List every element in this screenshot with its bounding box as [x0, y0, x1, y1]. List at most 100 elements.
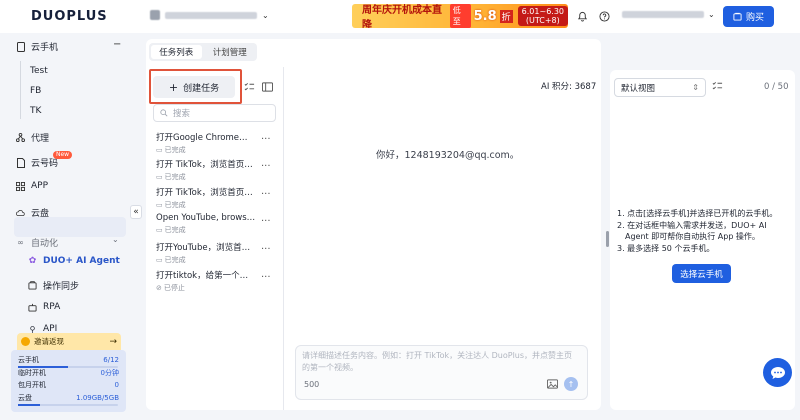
sidebar-group-fb[interactable]: FB: [30, 86, 41, 96]
task-status: ▭ 已完成: [156, 145, 276, 155]
quota-bar: [18, 404, 118, 406]
status-icon: ▭: [156, 173, 163, 181]
invite-label: 邀请返现: [34, 337, 64, 346]
sidebar-section-automation[interactable]: ∞ 自动化: [16, 236, 58, 249]
task-status-label: 已完成: [164, 256, 186, 264]
more-icon[interactable]: ···: [261, 134, 271, 145]
promo-dates: 6.01~6.30 (UTC+8): [517, 6, 568, 26]
send-button[interactable]: ↑: [564, 377, 578, 391]
quota-value: 0分钟: [100, 368, 119, 377]
task-status: ⊘ 已停止: [156, 283, 276, 293]
sidebar-item-rpa[interactable]: RPA: [28, 302, 60, 312]
sync-icon: [28, 281, 37, 290]
quota-row: 临时开机 0分钟: [18, 367, 119, 380]
tab-task-list[interactable]: 任务列表: [151, 45, 202, 59]
task-title: 打开tiktok，给第一个视频...: [156, 271, 256, 281]
char-limit: 500: [304, 380, 320, 389]
task-title: 打开 TikTok，浏览首页推...: [156, 160, 256, 170]
list-item[interactable]: 打开tiktok，给第一个视频... ⊘ 已停止 ···: [156, 269, 276, 293]
sidebar-group-test[interactable]: Test: [30, 66, 48, 76]
task-title: 打开YouTube，浏览首页...: [156, 243, 256, 253]
checklist-icon[interactable]: [712, 81, 724, 93]
sidebar-item-label: 自动化: [31, 239, 59, 249]
task-status: ▭ 已完成: [156, 200, 276, 210]
more-icon[interactable]: ···: [261, 272, 271, 283]
promo-timezone: (UTC+8): [525, 16, 560, 25]
account-name-redacted: [622, 11, 704, 18]
sidebar-item-ai-agent[interactable]: ✿ DUO+ AI Agent: [28, 256, 120, 266]
task-title: 打开Google Chrome，搜...: [156, 133, 256, 143]
task-status-label: 已完成: [164, 173, 186, 181]
list-item[interactable]: 打开 TikTok，浏览首页推... ▭ 已完成 ···: [156, 158, 276, 182]
input-placeholder: 请详细描述任务内容。例如：打开 TikTok，关注达人 DuoPlus，并点赞主…: [302, 351, 573, 372]
quota-bar-fill: [18, 366, 68, 368]
list-item[interactable]: 打开Google Chrome，搜... ▭ 已完成 ···: [156, 131, 276, 155]
task-status-label: 已停止: [163, 284, 185, 292]
sidebar-item-agent-bg: [14, 217, 126, 237]
promo-banner[interactable]: 周年庆开机成本直降 低至 5.8 折 6.01~6.30 (UTC+8): [352, 4, 568, 28]
quota-bar-fill: [18, 404, 40, 406]
bell-icon[interactable]: [576, 10, 588, 22]
sidebar-item-sync[interactable]: 操作同步: [28, 279, 79, 292]
cart-icon: [733, 12, 742, 21]
quota-row: 云手机 6/12: [18, 354, 119, 367]
image-upload-icon[interactable]: [547, 379, 558, 390]
task-status: ▭ 已完成: [156, 255, 276, 265]
list-item[interactable]: 打开 TikTok，浏览首页推... ▭ 已完成 ···: [156, 186, 276, 210]
quota-panel: 云手机 6/12 临时开机 0分钟 包月开机 0 云盘 1.09GB/5GB: [11, 350, 126, 412]
quota-label: 临时开机: [18, 368, 46, 377]
collapse-group-icon[interactable]: −: [113, 39, 121, 50]
task-search-input[interactable]: 搜索: [153, 104, 276, 122]
help-icon[interactable]: [598, 10, 610, 22]
resize-handle[interactable]: [606, 231, 609, 247]
more-icon[interactable]: ···: [261, 216, 271, 227]
account-menu[interactable]: ⌄: [622, 10, 715, 19]
view-select[interactable]: 默认视图 ⇕: [614, 78, 706, 97]
search-placeholder: 搜索: [173, 109, 191, 119]
sidebar-group-tk[interactable]: TK: [30, 106, 41, 116]
more-icon[interactable]: ···: [261, 244, 271, 255]
app-logo[interactable]: DUOPLUS: [31, 9, 108, 24]
selected-phone-count: 0 / 50: [764, 82, 789, 92]
status-icon: ⊘: [156, 284, 162, 292]
more-icon[interactable]: ···: [261, 161, 271, 172]
promo-unit: 折: [499, 9, 513, 23]
more-icon[interactable]: ···: [261, 189, 271, 200]
list-item[interactable]: Open YouTube, browse t... ▭ 已完成 ···: [156, 213, 276, 235]
sidebar-item-proxy[interactable]: 代理: [16, 131, 49, 144]
support-chat-button[interactable]: [763, 358, 792, 387]
grid-icon: [16, 181, 25, 191]
quota-value: 0: [114, 381, 119, 390]
workspace-selector[interactable]: ⌄: [150, 10, 269, 20]
collapse-sidebar-button[interactable]: «: [130, 205, 142, 219]
sidebar-item-cloud-phone[interactable]: 云手机: [16, 40, 58, 53]
checklist-icon[interactable]: [243, 81, 255, 93]
quota-row: 云盘 1.09GB/5GB: [18, 392, 119, 405]
sidebar-item-label: DUO+ AI Agent: [43, 256, 120, 266]
quota-bar: [18, 366, 118, 368]
task-status: ▭ 已完成: [156, 225, 276, 235]
promo-title: 周年庆开机成本直降: [362, 5, 442, 28]
sidebar-toggle-icon[interactable]: [261, 81, 273, 93]
sidebar-item-cloud-number[interactable]: 云号码: [16, 156, 58, 169]
workspace-avatar: [150, 10, 160, 20]
invite-banner[interactable]: 邀请返现 →: [17, 333, 121, 350]
workspace-name-redacted: [165, 11, 257, 19]
plus-icon: +: [168, 80, 179, 94]
status-icon: ▭: [156, 146, 163, 154]
list-item[interactable]: 打开YouTube，浏览首页... ▭ 已完成 ···: [156, 241, 276, 265]
tree-line: [20, 61, 21, 119]
select-cloud-phone-button[interactable]: 选择云手机: [672, 264, 731, 283]
sidebar-item-app[interactable]: APP: [16, 181, 48, 191]
tab-plan-management[interactable]: 计划管理: [205, 45, 256, 59]
quota-label: 包月开机: [18, 381, 46, 390]
buy-label: 购买: [745, 13, 764, 23]
buy-button[interactable]: 购买: [723, 6, 774, 27]
robot-icon: [28, 303, 37, 312]
instruction-line: 3. 最多选择 50 个云手机。: [617, 243, 715, 253]
link-icon: ∞: [17, 238, 24, 247]
create-task-button[interactable]: + 创建任务: [153, 76, 235, 98]
quota-label: 云盘: [18, 393, 32, 402]
new-badge: New: [53, 151, 73, 159]
sidebar-item-label: RPA: [43, 302, 61, 312]
